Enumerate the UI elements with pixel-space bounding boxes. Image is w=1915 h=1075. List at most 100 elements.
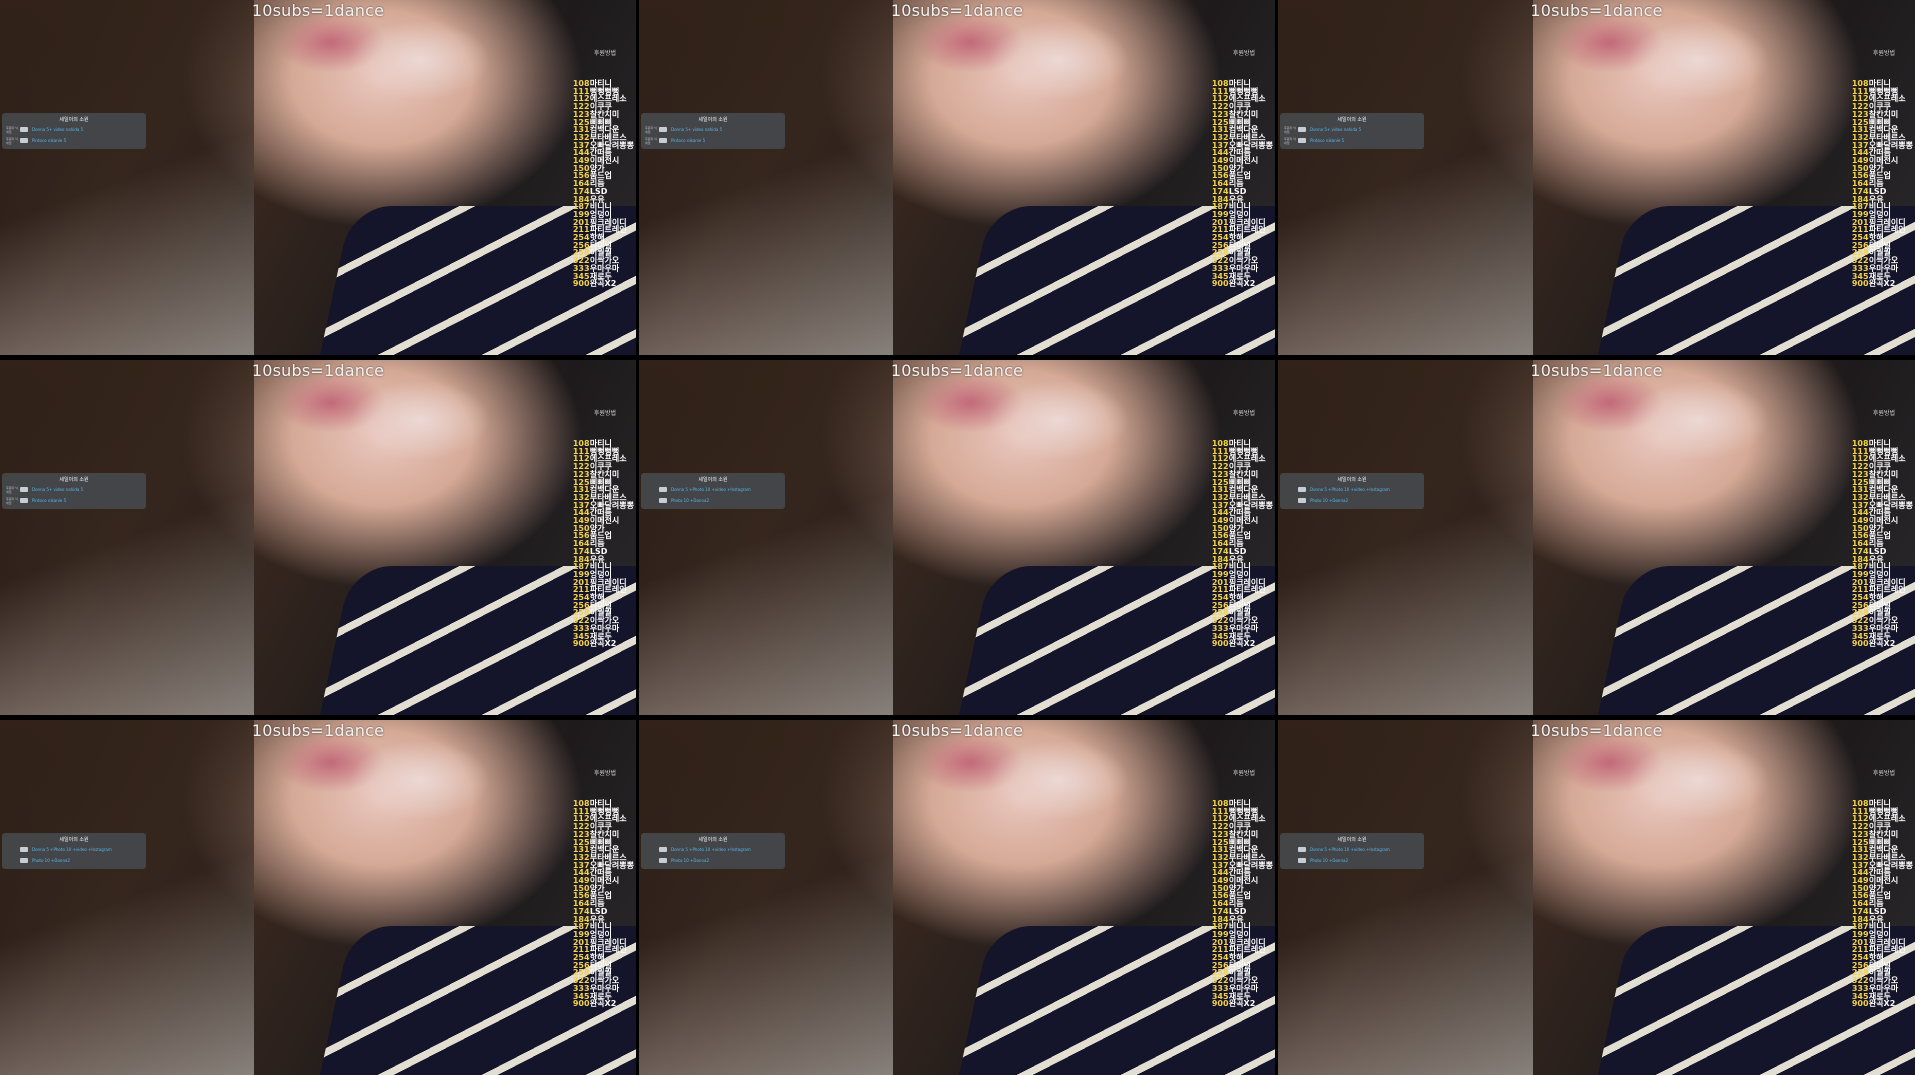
video-frame: 10subs=1dance 후원방법 세일이의 소원 후원자 닉네임 Donna… bbox=[1278, 0, 1915, 355]
overlay-caption: 10subs=1dance bbox=[1530, 721, 1663, 740]
video-frame: 10subs=1dance 후원방법 세일이의 소원 Donna 5 +Phot… bbox=[639, 360, 1275, 715]
menu-name: 완곡X2 bbox=[1228, 999, 1256, 1009]
background-hair bbox=[1278, 0, 1533, 355]
wish-panel-row: Donna 5 +Photo 10 +video +Instagram bbox=[1280, 845, 1424, 854]
wish-row-text: Donna 5+ video nahida 5 bbox=[1310, 127, 1362, 132]
wish-panel-row: Photo 10 +Donna2 bbox=[2, 856, 146, 865]
wish-panel-row: Photo 10 +Donna2 bbox=[641, 856, 785, 865]
donation-menu: 108마티니 111뻥뻥뻥뻥 112에스프레소 122이쿠쿠 123찰칸치미 1… bbox=[1212, 80, 1273, 288]
menu-name: 완곡X2 bbox=[589, 279, 617, 289]
wish-panel-row: 후원자 닉네임 Donna 5+ video nahida 5 bbox=[2, 485, 146, 494]
gift-icon bbox=[659, 127, 667, 132]
wish-row-text: Donna 5+ video nahida 5 bbox=[671, 127, 723, 132]
wish-row-text: Donna 5 +Photo 10 +video +Instagram bbox=[1310, 847, 1390, 852]
wish-panel-row: 후원자 닉네임 Pintoco nikanie 5 bbox=[2, 496, 146, 505]
menu-name: 완곡X2 bbox=[1228, 279, 1256, 289]
donation-badge: 후원방법 bbox=[1872, 50, 1895, 57]
wish-panel: 세일이의 소원 Donna 5 +Photo 10 +video +Instag… bbox=[641, 473, 785, 509]
menu-row: 900완곡X2 bbox=[1852, 1000, 1913, 1008]
menu-row: 900완곡X2 bbox=[1852, 280, 1913, 288]
wish-panel-title: 세일이의 소원 bbox=[698, 837, 728, 843]
background-hair bbox=[1278, 360, 1533, 715]
wish-row-label: 후원자 닉네임 bbox=[6, 136, 18, 145]
gift-icon bbox=[20, 138, 28, 143]
gift-icon bbox=[659, 498, 667, 503]
donation-badge: 후원방법 bbox=[1872, 770, 1895, 777]
wish-row-text: Photo 10 +Donna2 bbox=[671, 498, 709, 503]
gift-icon bbox=[659, 858, 667, 863]
gift-icon bbox=[20, 858, 28, 863]
wish-panel-row: Donna 5 +Photo 10 +video +Instagram bbox=[641, 485, 785, 494]
overlay-caption: 10subs=1dance bbox=[890, 361, 1024, 380]
wish-panel-title: 세일이의 소원 bbox=[1337, 837, 1367, 843]
gift-icon bbox=[1298, 487, 1306, 492]
menu-number: 900 bbox=[572, 639, 590, 649]
video-frame: 10subs=1dance 후원방법 세일이의 소원 후원자 닉네임 Donna… bbox=[0, 360, 636, 715]
overlay-caption: 10subs=1dance bbox=[890, 721, 1024, 740]
wish-panel-row: Donna 5 +Photo 10 +video +Instagram bbox=[1280, 485, 1424, 494]
wish-row-label: 후원자 닉네임 bbox=[645, 125, 657, 134]
donation-menu: 108마티니 111뻥뻥뻥뻥 112에스프레소 122이쿠쿠 123찰칸치미 1… bbox=[1852, 80, 1913, 288]
wish-row-label: 후원자 닉네임 bbox=[6, 125, 18, 134]
wish-panel: 세일이의 소원 후원자 닉네임 Donna 5+ video nahida 5 … bbox=[641, 113, 785, 149]
menu-row: 900완곡X2 bbox=[1212, 1000, 1273, 1008]
gift-icon bbox=[1298, 127, 1306, 132]
wish-row-text: Photo 10 +Donna2 bbox=[32, 858, 70, 863]
wish-row-text: Photo 10 +Donna2 bbox=[1310, 498, 1348, 503]
menu-name: 완곡X2 bbox=[1868, 639, 1896, 649]
gift-icon bbox=[1298, 847, 1306, 852]
menu-number: 900 bbox=[1851, 999, 1869, 1009]
donation-menu: 108마티니 111뻥뻥뻥뻥 112에스프레소 122이쿠쿠 123찰칸치미 1… bbox=[573, 80, 634, 288]
gift-icon bbox=[20, 847, 28, 852]
wish-row-text: Pintoco nikanie 5 bbox=[671, 138, 706, 143]
menu-row: 900완곡X2 bbox=[573, 280, 634, 288]
gift-icon bbox=[659, 847, 667, 852]
wish-row-label: 후원자 닉네임 bbox=[1284, 125, 1296, 134]
overlay-caption: 10subs=1dance bbox=[1530, 361, 1663, 380]
wish-panel-row: 후원자 닉네임 Pintoco nikanie 5 bbox=[1280, 136, 1424, 145]
wish-row-text: Photo 10 +Donna2 bbox=[1310, 858, 1348, 863]
donation-menu: 108마티니 111뻥뻥뻥뻥 112에스프레소 122이쿠쿠 123찰칸치미 1… bbox=[573, 440, 634, 648]
wish-panel-row: Donna 5 +Photo 10 +video +Instagram bbox=[2, 845, 146, 854]
wish-panel-row: 후원자 닉네임 Donna 5+ video nahida 5 bbox=[1280, 125, 1424, 134]
background-hair bbox=[639, 0, 894, 355]
menu-row: 900완곡X2 bbox=[573, 640, 634, 648]
wish-panel: 세일이의 소원 후원자 닉네임 Donna 5+ video nahida 5 … bbox=[1280, 113, 1424, 149]
wish-row-text: Photo 10 +Donna2 bbox=[671, 858, 709, 863]
menu-number: 900 bbox=[1851, 639, 1869, 649]
donation-badge: 후원방법 bbox=[593, 770, 616, 777]
wish-panel: 세일이의 소원 후원자 닉네임 Donna 5+ video nahida 5 … bbox=[2, 113, 146, 149]
wish-panel-row: 후원자 닉네임 Donna 5+ video nahida 5 bbox=[2, 125, 146, 134]
video-frame: 10subs=1dance 후원방법 세일이의 소원 Donna 5 +Phot… bbox=[639, 720, 1275, 1075]
donation-menu: 108마티니 111뻥뻥뻥뻥 112에스프레소 122이쿠쿠 123찰칸치미 1… bbox=[1852, 440, 1913, 648]
wish-panel: 세일이의 소원 후원자 닉네임 Donna 5+ video nahida 5 … bbox=[2, 473, 146, 509]
wish-row-text: Pintoco nikanie 5 bbox=[32, 138, 67, 143]
wish-panel-row: Photo 10 +Donna2 bbox=[1280, 496, 1424, 505]
donation-badge: 후원방법 bbox=[1232, 410, 1255, 417]
background-hair bbox=[0, 360, 255, 715]
wish-panel-row: 후원자 닉네임 Donna 5+ video nahida 5 bbox=[641, 125, 785, 134]
donation-badge: 후원방법 bbox=[593, 50, 616, 57]
menu-name: 완곡X2 bbox=[589, 639, 617, 649]
gift-icon bbox=[20, 498, 28, 503]
wish-row-text: Donna 5 +Photo 10 +video +Instagram bbox=[32, 847, 112, 852]
wish-row-label: 후원자 닉네임 bbox=[6, 496, 18, 505]
menu-row: 900완곡X2 bbox=[573, 1000, 634, 1008]
wish-panel-title: 세일이의 소원 bbox=[698, 117, 728, 123]
video-frame: 10subs=1dance 후원방법 세일이의 소원 후원자 닉네임 Donna… bbox=[639, 0, 1275, 355]
gift-icon bbox=[1298, 498, 1306, 503]
donation-menu: 108마티니 111뻥뻥뻥뻥 112에스프레소 122이쿠쿠 123찰칸치미 1… bbox=[1212, 440, 1273, 648]
wish-panel-title: 세일이의 소원 bbox=[1337, 117, 1367, 123]
donation-menu: 108마티니 111뻥뻥뻥뻥 112에스프레소 122이쿠쿠 123찰칸치미 1… bbox=[573, 800, 634, 1008]
gift-icon bbox=[1298, 138, 1306, 143]
wish-panel-title: 세일이의 소원 bbox=[59, 837, 89, 843]
wish-row-text: Donna 5+ video nahida 5 bbox=[32, 127, 84, 132]
wish-panel-row: Photo 10 +Donna2 bbox=[641, 496, 785, 505]
menu-number: 900 bbox=[572, 999, 590, 1009]
menu-row: 900완곡X2 bbox=[1212, 640, 1273, 648]
donation-badge: 후원방법 bbox=[1232, 770, 1255, 777]
overlay-caption: 10subs=1dance bbox=[251, 1, 385, 20]
background-hair bbox=[1278, 720, 1533, 1075]
wish-panel-row: 후원자 닉네임 Pintoco nikanie 5 bbox=[641, 136, 785, 145]
wish-row-text: Donna 5 +Photo 10 +video +Instagram bbox=[671, 487, 751, 492]
